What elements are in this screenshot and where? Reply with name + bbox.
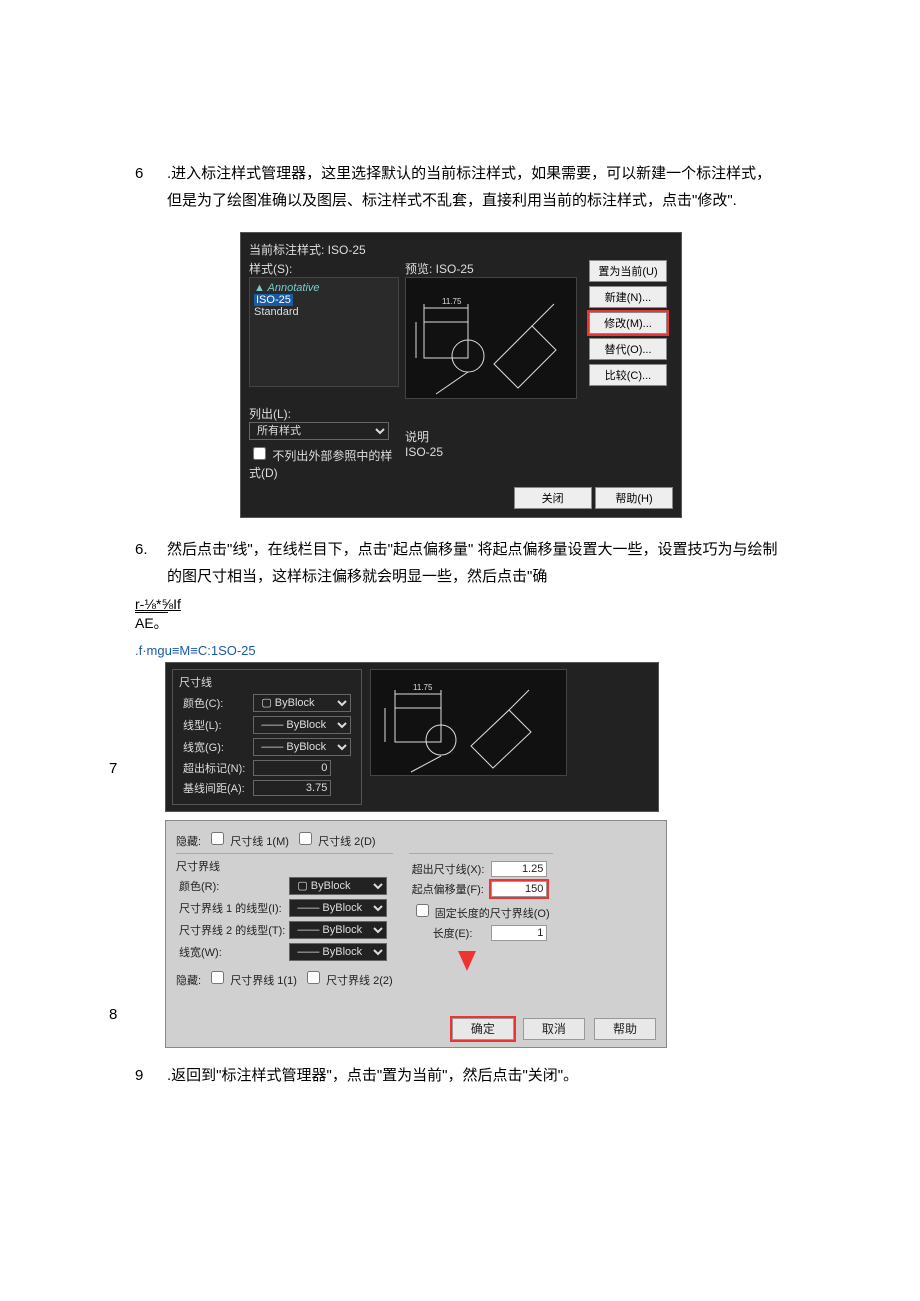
modify-preview-pane: 11.75: [370, 669, 567, 776]
ext-lwt-select[interactable]: —— ByBlock: [289, 943, 387, 961]
ext-beyond-input[interactable]: 1.25: [491, 861, 547, 877]
length-input[interactable]: 1: [491, 925, 547, 941]
dimline2-checkbox[interactable]: [299, 832, 312, 845]
help-button-2[interactable]: 帮助: [594, 1018, 656, 1040]
frag-text-1: r-⅛*⅝If: [135, 596, 785, 612]
dimstyle-manager-dialog: 当前标注样式: ISO-25 样式(S): ▲ Annotative ISO-2…: [240, 232, 682, 518]
ext-tick-label: 超出标记(N):: [179, 758, 249, 778]
ext-color-select[interactable]: ▢ ByBlock: [289, 877, 387, 895]
override-button[interactable]: 替代(O)...: [589, 338, 667, 360]
step-9-text: .返回到"标注样式管理器"，点击"置为当前"，然后点击"关闭"。: [167, 1062, 785, 1089]
preview-pane: 11.75: [405, 277, 577, 399]
style-item-iso25[interactable]: ISO-25: [254, 294, 293, 306]
svg-text:11.75: 11.75: [413, 683, 433, 692]
step-6-text: .进入标注样式管理器，这里选择默认的当前标注样式，如果需要，可以新建一个标注样式…: [167, 160, 785, 214]
help-button[interactable]: 帮助(H): [595, 487, 673, 509]
baseline-input[interactable]: [253, 780, 331, 796]
listout-label: 列出(L):: [249, 405, 399, 422]
extline-group-label: 尺寸界线: [176, 858, 393, 874]
step-6b-text: 然后点击"线"，在线栏目下，点击"起点偏移量" 将起点偏移量设置大一些，设置技巧…: [167, 536, 785, 590]
baseline-label: 基线间距(A):: [179, 778, 249, 798]
listout-select[interactable]: 所有样式: [249, 422, 389, 440]
ext-beyond-label: 超出尺寸线(X):: [411, 860, 489, 878]
hide-label: 隐藏:: [176, 836, 201, 848]
figure-number-8: 8: [109, 1006, 117, 1023]
ext2-checkbox[interactable]: [307, 971, 320, 984]
ext-tick-input[interactable]: [253, 760, 331, 776]
desc-label: 说明: [405, 428, 443, 445]
blue-note: .f·mgu≡M≡C:1SO-25: [135, 643, 785, 658]
style-item-standard[interactable]: Standard: [254, 306, 394, 318]
ext-color-label: 颜色(R):: [178, 876, 286, 896]
linetype-label: 线型(L):: [179, 714, 249, 736]
close-button[interactable]: 关闭: [514, 487, 592, 509]
red-arrow-icon: [458, 951, 476, 971]
ext-lwt-label: 线宽(W):: [178, 942, 286, 962]
hide-xref-checkbox[interactable]: [253, 447, 266, 460]
dimline-panel: 尺寸线 颜色(C):▢ ByBlock 线型(L):—— ByBlock 线宽(…: [165, 662, 659, 812]
ext2-ltype-select[interactable]: —— ByBlock: [289, 921, 387, 939]
preview-label: 预览: ISO-25: [405, 260, 583, 277]
origin-offset-label: 起点偏移量(F):: [411, 880, 489, 898]
length-label: 长度(E):: [411, 924, 489, 942]
figure-number-7: 7: [109, 760, 117, 777]
origin-offset-input[interactable]: 150: [491, 881, 547, 897]
step-6-number: 6: [135, 160, 153, 214]
step-9-number: 9: [135, 1062, 153, 1089]
ext1-checkbox[interactable]: [211, 971, 224, 984]
ext2-ltype-label: 尺寸界线 2 的线型(T):: [178, 920, 286, 940]
fixed-ext-checkbox[interactable]: [416, 904, 429, 917]
hide-xref-label: 不列出外部参照中的样式(D): [249, 449, 392, 480]
frag-text-2: AE。: [135, 612, 168, 633]
compare-button[interactable]: 比较(C)...: [589, 364, 667, 386]
step-6b-number: 6.: [135, 536, 153, 590]
color-select[interactable]: ▢ ByBlock: [253, 694, 351, 712]
ext1-ltype-label: 尺寸界线 1 的线型(I):: [178, 898, 286, 918]
styles-label: 样式(S):: [249, 260, 399, 277]
modify-button[interactable]: 修改(M)...: [589, 312, 667, 334]
svg-text:11.75: 11.75: [442, 297, 462, 306]
dimline1-checkbox[interactable]: [211, 832, 224, 845]
current-style-label: 当前标注样式: ISO-25: [249, 241, 673, 258]
dimline-group-label: 尺寸线: [179, 674, 355, 690]
linetype-select[interactable]: —— ByBlock: [253, 716, 351, 734]
lineweight-select[interactable]: —— ByBlock: [253, 738, 351, 756]
lineweight-label: 线宽(G):: [179, 736, 249, 758]
set-current-button[interactable]: 置为当前(U): [589, 260, 667, 282]
new-button[interactable]: 新建(N)...: [589, 286, 667, 308]
desc-value: ISO-25: [405, 445, 443, 459]
ok-button[interactable]: 确定: [452, 1018, 514, 1040]
ext1-ltype-select[interactable]: —— ByBlock: [289, 899, 387, 917]
styles-listbox[interactable]: ▲ Annotative ISO-25 Standard: [249, 277, 399, 387]
extline-panel: 隐藏: 尺寸线 1(M) 尺寸线 2(D) 尺寸界线 颜色(R):▢ ByBlo…: [165, 820, 667, 1048]
fixed-ext-label: 固定长度的尺寸界线(O): [435, 908, 550, 920]
color-label: 颜色(C):: [179, 692, 249, 714]
cancel-button[interactable]: 取消: [523, 1018, 585, 1040]
ext-hide-label: 隐藏:: [176, 975, 201, 987]
